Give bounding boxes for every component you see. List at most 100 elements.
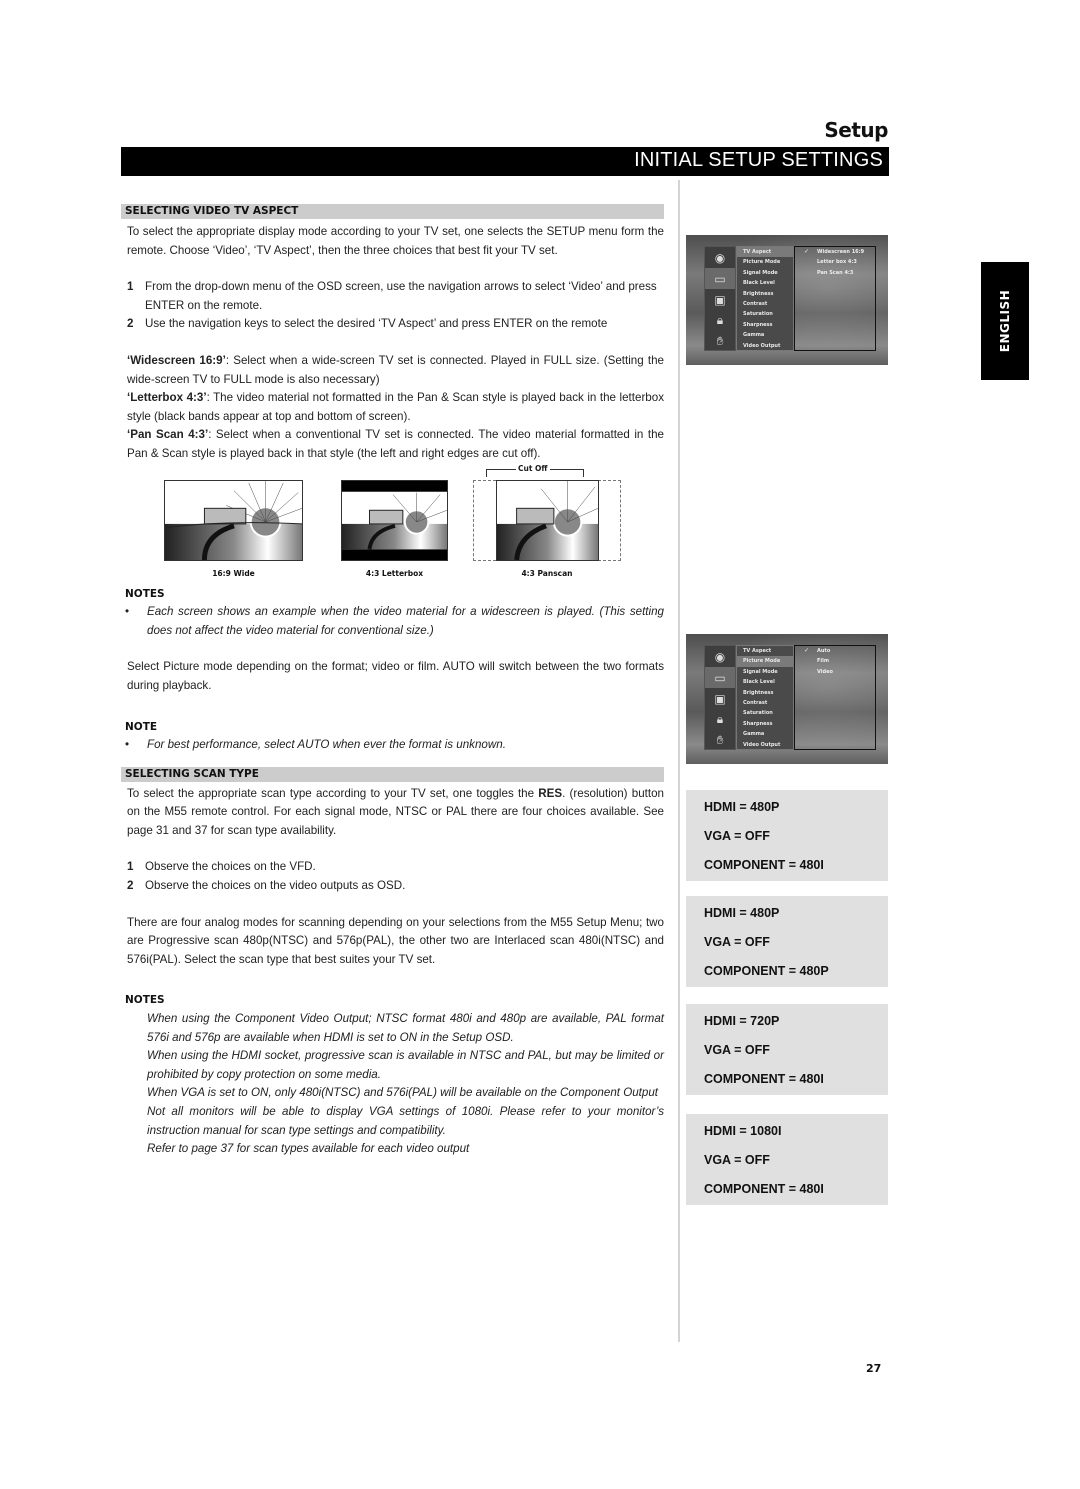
res-button-label: RES xyxy=(538,786,563,800)
hand-remote-icon: ✋︎ xyxy=(716,334,724,348)
osd-menu: TV Aspect Picture Mode Signal Mode Black… xyxy=(736,246,794,351)
aspect-figures: 16:9 Wide 4:3 Letterbox 4:3 Panscan xyxy=(121,466,664,581)
page-title: INITIAL SETUP SETTINGS xyxy=(634,149,883,171)
bullet-icon: • xyxy=(125,605,130,619)
option-panscan: ‘Pan Scan 4:3’: Select when a convention… xyxy=(121,426,664,463)
note-heading: NOTE xyxy=(125,720,158,733)
osd-sub-option: Video xyxy=(795,667,875,677)
note-item: • For best performance, select AUTO when… xyxy=(121,736,664,755)
note-text: Refer to page 37 for scan types availabl… xyxy=(147,1142,470,1156)
osd-menu-item: Sharpness xyxy=(743,321,773,328)
osd-menu-item: Saturation xyxy=(743,311,773,318)
main-column: SELECTING VIDEO TV ASPECT To select the … xyxy=(121,204,664,1159)
checkmark-icon: ✓ xyxy=(804,647,810,654)
step-item: 2 Observe the choices on the video outpu… xyxy=(121,877,664,896)
hdmi-setting: HDMI = 480P xyxy=(704,800,780,814)
osd-screenshot-tv-aspect: ◉ ▭ ▣ 🔒︎ ✋︎ TV Aspect Picture Mode Signa… xyxy=(686,235,888,365)
checkmark-icon: ✓ xyxy=(804,248,810,255)
padlock-icon: 🔒︎ xyxy=(716,712,724,726)
note-text: Not all monitors will be able to display… xyxy=(147,1105,664,1137)
option-label: Widescreen 16:9 xyxy=(817,249,865,255)
tv-screen-icon: ▭ xyxy=(705,268,735,289)
intro-text: To select the appropriate scan type acco… xyxy=(127,786,539,800)
scan-setting-box: HDMI = 480P VGA = OFF COMPONENT = 480P xyxy=(686,896,888,987)
option-term: ‘Pan Scan 4:3’ xyxy=(127,428,209,442)
step-text: From the drop-down menu of the OSD scree… xyxy=(145,280,657,312)
osd-menu-item: Saturation xyxy=(743,710,773,717)
osd-menu-item: TV Aspect xyxy=(743,648,772,654)
vga-setting: VGA = OFF xyxy=(704,1043,770,1057)
heading-scan-type: SELECTING SCAN TYPE xyxy=(121,766,664,782)
picture-mode-text: Select Picture mode depending on the for… xyxy=(127,660,664,692)
osd-menu-item: TV Aspect xyxy=(737,247,793,258)
osd-menu-item: Signal Mode xyxy=(743,668,778,675)
step-item: 2 Use the navigation keys to select the … xyxy=(121,315,664,334)
osd-menu-item: Black Level xyxy=(743,280,775,287)
option-label: Auto xyxy=(817,648,831,654)
section-title: Setup xyxy=(824,118,888,142)
figure-label: 4:3 Letterbox xyxy=(365,568,424,578)
osd-sub-option: ✓ Widescreen 16:9 xyxy=(795,247,875,257)
osd-submenu: ✓ Auto Film Video xyxy=(794,645,876,750)
bullet-icon: • xyxy=(125,738,130,752)
note-item: • Each screen shows an example when the … xyxy=(121,603,664,640)
figure-wide xyxy=(164,479,303,561)
step-number: 1 xyxy=(127,860,134,874)
scan-setting-box: HDMI = 480P VGA = OFF COMPONENT = 480I xyxy=(686,790,888,881)
scan-setting-box: HDMI = 720P VGA = OFF COMPONENT = 480I xyxy=(686,1004,888,1095)
osd-sub-option: Film xyxy=(795,656,875,666)
figure-letterbox xyxy=(341,479,448,561)
globe-icon: ◉ xyxy=(714,250,726,265)
train-scene-illustration xyxy=(342,480,447,560)
step-item: 1 Observe the choices on the VFD. xyxy=(121,858,664,877)
osd-menu-item: Picture Mode xyxy=(743,259,781,266)
step-number: 1 xyxy=(127,280,134,294)
speaker-icon: ▣ xyxy=(714,292,726,307)
tv-screen-icon: ▭ xyxy=(705,667,735,688)
option-term: ‘Widescreen 16:9’ xyxy=(127,353,226,367)
option-text: : The video material not formatted in th… xyxy=(127,391,664,423)
cut-off-annotation: Cut Off xyxy=(486,464,584,479)
component-setting: COMPONENT = 480I xyxy=(704,858,824,872)
cut-off-arrow-right xyxy=(583,469,584,477)
hand-remote-icon: ✋︎ xyxy=(716,733,724,747)
scan-setting-box: HDMI = 1080I VGA = OFF COMPONENT = 480I xyxy=(686,1114,888,1205)
osd-icon-column: ◉ ▭ ▣ 🔒︎ ✋︎ xyxy=(704,645,736,750)
step-text: Use the navigation keys to select the de… xyxy=(145,317,608,331)
scan-modes-text: There are four analog modes for scanning… xyxy=(127,915,664,966)
note-text: When VGA is set to ON, only 480i(NTSC) a… xyxy=(147,1086,659,1100)
osd-sub-option: ✓ Auto xyxy=(795,646,875,656)
page-number: 27 xyxy=(866,1362,882,1375)
option-letterbox: ‘Letterbox 4:3’: The video material not … xyxy=(121,389,664,426)
osd-icon-column: ◉ ▭ ▣ 🔒︎ ✋︎ xyxy=(704,246,736,351)
step-number: 2 xyxy=(127,879,134,893)
osd-menu-item: Gamma xyxy=(743,332,765,339)
osd-menu-item: Brightness xyxy=(743,689,774,696)
osd-menu-item: Contrast xyxy=(743,699,768,706)
vga-setting: VGA = OFF xyxy=(704,829,770,843)
vga-setting: VGA = OFF xyxy=(704,1153,770,1167)
page-title-bar: INITIAL SETUP SETTINGS xyxy=(121,147,889,176)
step-number: 2 xyxy=(127,317,134,331)
note-text: Each screen shows an example when the vi… xyxy=(147,605,664,637)
speaker-icon: ▣ xyxy=(714,691,726,706)
step-item: 1 From the drop-down menu of the OSD scr… xyxy=(121,278,664,315)
hdmi-setting: HDMI = 720P xyxy=(704,1014,780,1028)
notes-heading: NOTES xyxy=(125,587,165,600)
train-scene-illustration xyxy=(497,480,598,560)
option-label: Letter box 4:3 xyxy=(817,259,857,266)
option-text: : Select when a conventional TV set is c… xyxy=(127,428,664,460)
note-text: For best performance, select AUTO when e… xyxy=(147,738,506,752)
hdmi-setting: HDMI = 480P xyxy=(704,906,780,920)
step-text: Observe the choices on the VFD. xyxy=(145,860,316,874)
heading-video-tv-aspect: SELECTING VIDEO TV ASPECT xyxy=(121,204,664,219)
figure-label: 16:9 Wide xyxy=(212,568,255,578)
scan-type-intro: To select the appropriate scan type acco… xyxy=(121,785,664,841)
option-label: Video xyxy=(817,668,833,675)
osd-sub-option: Letter box 4:3 xyxy=(795,257,875,267)
padlock-icon: 🔒︎ xyxy=(716,313,724,327)
train-scene-illustration xyxy=(165,480,302,560)
option-term: ‘Letterbox 4:3’ xyxy=(127,391,207,405)
option-label: Pan Scan 4:3 xyxy=(817,269,854,276)
osd-screenshot-picture-mode: ◉ ▭ ▣ 🔒︎ ✋︎ TV Aspect Picture Mode Signa… xyxy=(686,634,888,764)
